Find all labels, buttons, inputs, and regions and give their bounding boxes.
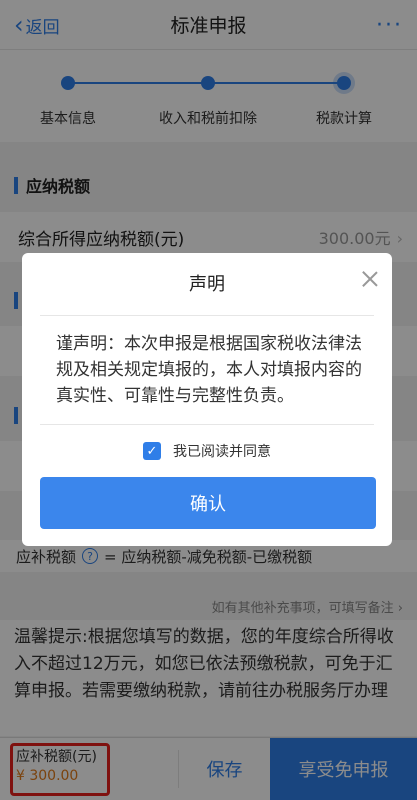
agree-row[interactable]: ✓ 我已阅读并同意 — [22, 441, 392, 461]
declaration-dialog: 声明 谨声明：本次申报是根据国家税收法律法规及相关规定填报的，本人对填报内容的真… — [22, 253, 392, 546]
divider — [40, 315, 374, 316]
close-icon[interactable] — [360, 269, 380, 289]
divider — [40, 424, 374, 425]
agree-label: 我已阅读并同意 — [173, 444, 271, 460]
dialog-text: 谨声明：本次申报是根据国家税收法律法规及相关规定填报的，本人对填报内容的真实性、… — [56, 334, 362, 406]
dialog-title: 声明 — [189, 274, 225, 295]
confirm-button[interactable]: 确认 — [40, 477, 376, 529]
checkbox-checked-icon[interactable]: ✓ — [143, 442, 161, 460]
